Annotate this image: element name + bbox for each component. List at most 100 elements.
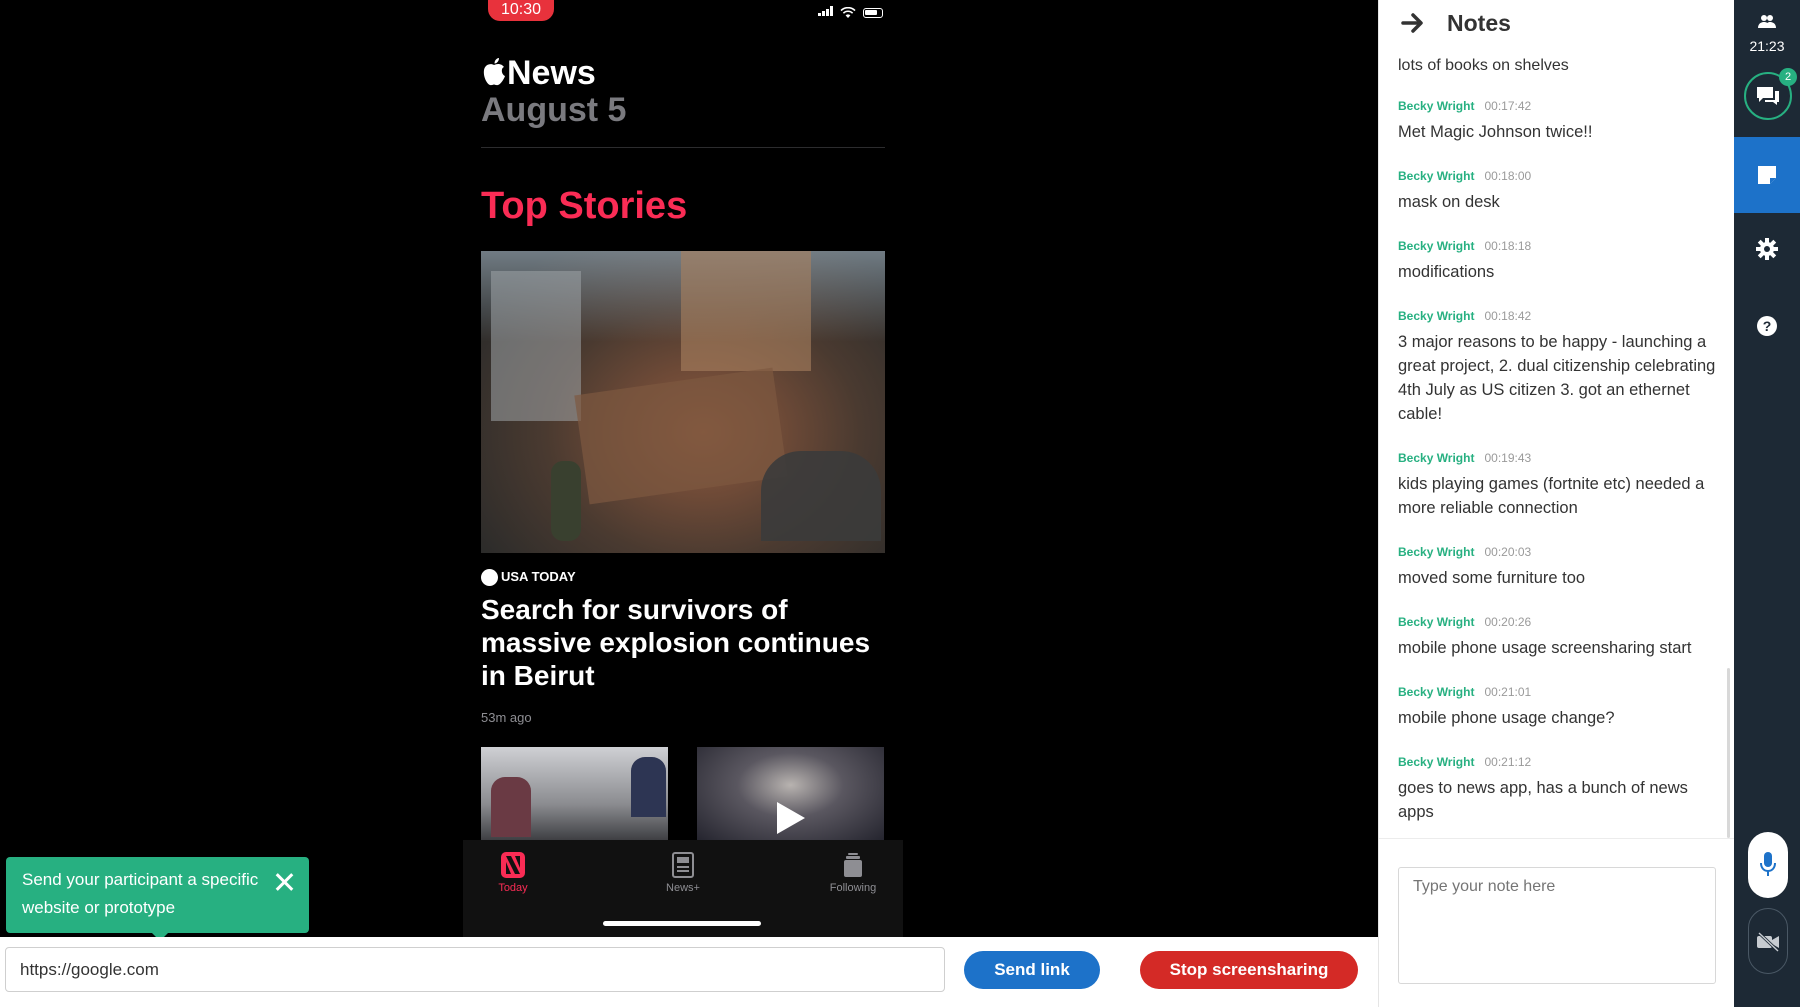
phone-tab-bar: Today News+ Following <box>463 840 903 937</box>
note-entry: Becky Wright 00:17:42 Met Magic Johnson tw… <box>1398 99 1716 144</box>
chat-icon <box>1757 87 1779 105</box>
note-entry: Becky Wright 00:21:01 mobile phone usage c… <box>1398 685 1716 730</box>
note-text: lots of books on shelves <box>1398 57 1569 74</box>
note-text: kids playing games (fortnite etc) needed… <box>1398 475 1705 517</box>
story-hero-image[interactable] <box>481 251 885 553</box>
notes-list: lots of books on shelves Becky Wright 00:… <box>1398 54 1716 834</box>
video-thumbnail[interactable] <box>697 747 884 842</box>
note-author: Becky Wright <box>1398 451 1475 465</box>
note-timestamp[interactable]: 00:18:18 <box>1484 239 1531 253</box>
note-author: Becky Wright <box>1398 169 1475 183</box>
link-bar: Send link Stop screensharing <box>0 937 1378 1007</box>
tab-today-label: Today <box>498 882 528 894</box>
note-icon <box>1758 166 1776 184</box>
magazine-icon <box>672 852 694 878</box>
story-thumbnail[interactable] <box>481 747 668 842</box>
stop-screensharing-button[interactable]: Stop screensharing <box>1140 951 1358 989</box>
news-app-name: News <box>507 54 596 92</box>
note-text: mobile phone usage change? <box>1398 709 1615 727</box>
story-age: 53m ago <box>481 710 532 725</box>
following-icon <box>844 853 862 877</box>
story-source: USA TODAY <box>481 569 576 587</box>
news-logo-icon <box>501 852 525 878</box>
note-input[interactable] <box>1398 867 1716 984</box>
camera-off-icon <box>1757 932 1780 952</box>
camera-button[interactable] <box>1748 908 1788 974</box>
note-text: mask on desk <box>1398 193 1500 211</box>
news-app-title: News <box>481 54 596 93</box>
tab-news-plus-label: News+ <box>666 882 700 894</box>
wifi-icon <box>840 6 856 18</box>
note-text: modifications <box>1398 263 1495 281</box>
note-timestamp[interactable]: 00:21:01 <box>1484 685 1531 699</box>
divider <box>481 147 885 148</box>
notes-button[interactable] <box>1734 137 1800 213</box>
send-link-tooltip: Send your participant a specific website… <box>6 857 309 937</box>
tab-today[interactable]: Today <box>468 852 558 894</box>
note-text: mobile phone usage screensharing start <box>1398 639 1692 657</box>
battery-icon <box>863 7 883 18</box>
send-link-button[interactable]: Send link <box>964 951 1100 989</box>
section-title: Top Stories <box>481 185 688 227</box>
close-icon[interactable] <box>273 871 295 893</box>
phone-screen: 10:30 News August 5 Top Stories USA TODA… <box>463 0 903 937</box>
divider <box>1379 838 1735 839</box>
note-author: Becky Wright <box>1398 239 1475 253</box>
signal-icon <box>817 6 834 16</box>
microphone-button[interactable] <box>1748 832 1788 898</box>
tab-following[interactable]: Following <box>808 852 898 894</box>
gear-icon[interactable] <box>1756 238 1778 260</box>
notes-panel: Notes lots of books on shelves Becky Wri… <box>1378 0 1735 1007</box>
note-timestamp[interactable]: 00:17:42 <box>1484 99 1531 113</box>
note-meta: Becky Wright 00:19:43 <box>1398 451 1716 465</box>
participants-icon[interactable] <box>1758 14 1776 28</box>
note-entry: Becky Wright 00:20:26 mobile phone usage s… <box>1398 615 1716 660</box>
note-author: Becky Wright <box>1398 685 1475 699</box>
source-logo-icon <box>481 569 498 587</box>
session-timer: 21:23 <box>1749 38 1785 54</box>
note-author: Becky Wright <box>1398 99 1475 113</box>
note-meta: Becky Wright 00:20:03 <box>1398 545 1716 559</box>
status-time: 10:30 <box>488 0 554 21</box>
note-meta: Becky Wright 00:18:42 <box>1398 309 1716 323</box>
note-author: Becky Wright <box>1398 615 1475 629</box>
help-icon[interactable]: ? <box>1757 316 1777 336</box>
notes-title: Notes <box>1447 10 1511 36</box>
note-entry: Becky Wright 00:20:03 moved some furniture… <box>1398 545 1716 590</box>
story-source-label: USA TODAY <box>501 569 576 584</box>
note-meta: Becky Wright 00:18:00 <box>1398 169 1716 183</box>
note-text: 3 major reasons to be happy - launching … <box>1398 333 1716 423</box>
note-timestamp[interactable]: 00:18:00 <box>1484 169 1531 183</box>
note-text: Met Magic Johnson twice!! <box>1398 123 1593 141</box>
note-meta: Becky Wright 00:18:18 <box>1398 239 1716 253</box>
apple-logo-icon <box>483 58 505 86</box>
chat-badge: 2 <box>1779 68 1797 86</box>
note-author: Becky Wright <box>1398 309 1475 323</box>
screenshare-stage: 10:30 News August 5 Top Stories USA TODA… <box>0 0 1378 937</box>
url-input[interactable] <box>5 947 945 992</box>
tooltip-text: Send your participant a specific website… <box>22 870 259 917</box>
collapse-arrow-icon[interactable] <box>1401 12 1425 34</box>
news-date: August 5 <box>481 91 627 129</box>
home-indicator[interactable] <box>603 921 761 926</box>
note-timestamp[interactable]: 00:21:12 <box>1484 755 1531 769</box>
microphone-icon <box>1760 852 1776 876</box>
note-timestamp[interactable]: 00:19:43 <box>1484 451 1531 465</box>
notes-header: Notes <box>1379 0 1735 46</box>
play-icon[interactable] <box>777 802 805 834</box>
note-text: moved some furniture too <box>1398 569 1586 587</box>
tab-news-plus[interactable]: News+ <box>638 852 728 894</box>
note-timestamp[interactable]: 00:20:03 <box>1484 545 1531 559</box>
phone-status-bar: 10:30 <box>463 0 903 24</box>
note-meta: Becky Wright 00:21:12 <box>1398 755 1716 769</box>
note-timestamp[interactable]: 00:20:26 <box>1484 615 1531 629</box>
story-headline[interactable]: Search for survivors of massive explosio… <box>481 593 885 692</box>
note-timestamp[interactable]: 00:18:42 <box>1484 309 1531 323</box>
note-author: Becky Wright <box>1398 755 1475 769</box>
status-icons <box>817 4 883 19</box>
note-entry: Becky Wright 00:21:12 goes to news app, ha… <box>1398 755 1716 824</box>
scrollbar[interactable] <box>1727 668 1730 838</box>
note-meta: Becky Wright 00:17:42 <box>1398 99 1716 113</box>
note-entry: Becky Wright 00:19:43 kids playing games (… <box>1398 451 1716 520</box>
note-author: Becky Wright <box>1398 545 1475 559</box>
